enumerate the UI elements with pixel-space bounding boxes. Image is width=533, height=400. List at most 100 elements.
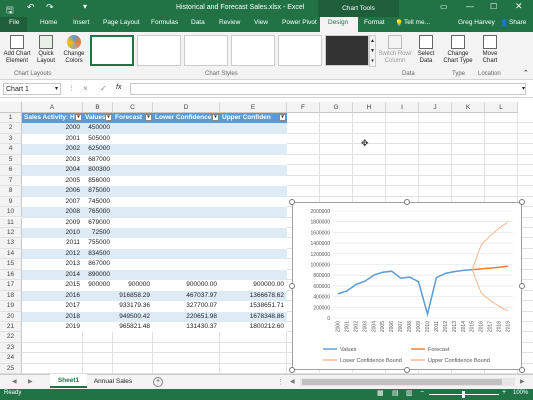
column-header-h[interactable]: H xyxy=(353,102,386,113)
table-cell[interactable]: 687000 xyxy=(84,155,112,165)
table-cell[interactable] xyxy=(221,207,286,217)
table-cell[interactable]: 900000.00 xyxy=(154,280,219,290)
row-header-19[interactable]: 19 xyxy=(0,301,22,312)
tab-design[interactable]: Design xyxy=(328,19,348,26)
minimize-icon[interactable]: — xyxy=(466,2,474,11)
table-cell[interactable] xyxy=(221,249,286,259)
chart-style-4[interactable] xyxy=(231,35,275,66)
table-cell[interactable]: 2015 xyxy=(23,280,82,290)
table-cell[interactable]: 834500 xyxy=(84,249,112,259)
tab-insert[interactable]: Insert xyxy=(73,19,89,26)
tab-formulas[interactable]: Formulas xyxy=(151,19,178,26)
close-icon[interactable]: ✕ xyxy=(515,1,523,12)
table-cell[interactable]: 890000 xyxy=(84,270,112,280)
table-cell[interactable]: 856000 xyxy=(84,176,112,186)
row-header-7[interactable]: 7 xyxy=(0,175,22,187)
chart-styles-gallery[interactable] xyxy=(90,35,369,67)
customize-qat-icon[interactable]: ▾ xyxy=(83,2,87,11)
chart-style-5[interactable] xyxy=(278,35,322,66)
tab-power-pivot[interactable]: Power Pivot xyxy=(282,19,317,26)
table-cell[interactable] xyxy=(221,238,286,248)
table-cell[interactable]: 467037.97 xyxy=(154,291,219,301)
row-header-5[interactable]: 5 xyxy=(0,154,22,166)
table-cell[interactable]: 1538651.71 xyxy=(221,301,286,311)
table-header-cell[interactable]: Forecast ▾ xyxy=(114,113,152,123)
row-header-21[interactable]: 21 xyxy=(0,322,22,333)
row-header-3[interactable]: 3 xyxy=(0,133,22,145)
row-header-11[interactable]: 11 xyxy=(0,217,22,228)
change-colors-button[interactable]: Change Colors xyxy=(60,35,88,65)
column-header-k[interactable]: K xyxy=(452,102,485,113)
resize-handle[interactable] xyxy=(519,283,525,289)
table-cell[interactable] xyxy=(114,123,152,133)
table-header-cell[interactable]: Lower Confidence ▾ xyxy=(154,113,219,123)
scroll-tabs-left-icon[interactable]: ◀ xyxy=(12,378,17,385)
table-cell[interactable]: 755000 xyxy=(84,238,112,248)
table-cell[interactable] xyxy=(154,197,219,207)
row-header-15[interactable]: 15 xyxy=(0,259,22,270)
table-cell[interactable] xyxy=(114,249,152,259)
column-header-j[interactable]: J xyxy=(419,102,452,113)
table-cell[interactable]: 1366678.62 xyxy=(221,291,286,301)
table-header-cell[interactable]: Upper Confiden ▾ xyxy=(221,113,286,123)
table-cell[interactable]: 2009 xyxy=(23,218,82,228)
table-cell[interactable]: 72500 xyxy=(84,228,112,238)
table-cell[interactable] xyxy=(154,165,219,175)
table-cell[interactable]: 2005 xyxy=(23,176,82,186)
table-cell[interactable]: 2002 xyxy=(23,144,82,154)
column-header-b[interactable]: B xyxy=(83,102,113,113)
filter-dropdown-icon[interactable]: ▾ xyxy=(212,114,219,121)
filter-dropdown-icon[interactable]: ▾ xyxy=(75,114,82,121)
table-cell[interactable] xyxy=(221,144,286,154)
table-cell[interactable]: 2004 xyxy=(23,165,82,175)
select-all-corner[interactable] xyxy=(0,102,22,113)
normal-view-icon[interactable]: ▦ xyxy=(377,389,384,397)
column-header-a[interactable]: A xyxy=(22,102,83,113)
ribbon-display-options-icon[interactable]: ▭ xyxy=(440,2,448,11)
table-cell[interactable]: 2010 xyxy=(23,228,82,238)
row-header-12[interactable]: 12 xyxy=(0,227,22,239)
table-cell[interactable]: 900000 xyxy=(84,280,112,290)
tell-me-search[interactable]: Tell me... xyxy=(404,19,430,26)
row-header-10[interactable]: 10 xyxy=(0,207,22,218)
table-header-cell[interactable]: Values ▾ xyxy=(84,113,112,123)
scroll-right-icon[interactable]: ▶ xyxy=(520,378,525,385)
table-cell[interactable]: 900000.00 xyxy=(221,280,286,290)
resize-handle[interactable] xyxy=(289,283,295,289)
row-header-1[interactable]: 1 xyxy=(0,113,22,124)
page-break-view-icon[interactable]: ▥ xyxy=(406,389,413,397)
row-header-20[interactable]: 20 xyxy=(0,311,22,322)
table-cell[interactable]: 2018 xyxy=(23,312,82,322)
table-cell[interactable]: 965821.48 xyxy=(114,322,152,332)
table-cell[interactable]: 2016 xyxy=(23,291,82,301)
table-header-cell[interactable]: Sales Activity: His ▾ xyxy=(23,113,82,123)
move-chart-button[interactable]: Move Chart xyxy=(478,35,502,65)
table-cell[interactable] xyxy=(114,176,152,186)
table-cell[interactable] xyxy=(114,238,152,248)
column-header-f[interactable]: F xyxy=(287,102,320,113)
select-data-button[interactable]: Select Data xyxy=(414,35,438,65)
table-cell[interactable]: 1678348.86 xyxy=(221,312,286,322)
tab-format[interactable]: Format xyxy=(364,19,385,26)
expand-formula-bar-icon[interactable]: ▾ xyxy=(522,85,525,92)
chart-style-2[interactable] xyxy=(137,35,181,66)
table-cell[interactable]: 1800212.60 xyxy=(221,322,286,332)
chart-style-1[interactable] xyxy=(90,35,134,66)
table-cell[interactable]: 220651.98 xyxy=(154,312,219,322)
chart-object[interactable]: 0 200000 400000 600000 800000 1000000 1200000 1… xyxy=(292,202,522,370)
column-header-e[interactable]: E xyxy=(220,102,287,113)
tab-home[interactable]: Home xyxy=(40,19,57,26)
table-cell[interactable]: 2019 xyxy=(23,322,82,332)
resize-handle[interactable] xyxy=(404,199,410,205)
filter-dropdown-icon[interactable]: ▾ xyxy=(145,114,152,121)
zoom-slider-thumb[interactable] xyxy=(462,391,465,398)
table-cell[interactable] xyxy=(114,155,152,165)
table-cell[interactable] xyxy=(154,259,219,269)
collapse-ribbon-icon[interactable]: ⌃ xyxy=(523,69,529,77)
resize-handle[interactable] xyxy=(404,367,410,373)
row-header-23[interactable]: 23 xyxy=(0,342,22,354)
row-header-6[interactable]: 6 xyxy=(0,165,22,176)
table-cell[interactable]: 2013 xyxy=(23,259,82,269)
table-cell[interactable]: 2000 xyxy=(23,123,82,133)
table-cell[interactable]: 2017 xyxy=(23,301,82,311)
